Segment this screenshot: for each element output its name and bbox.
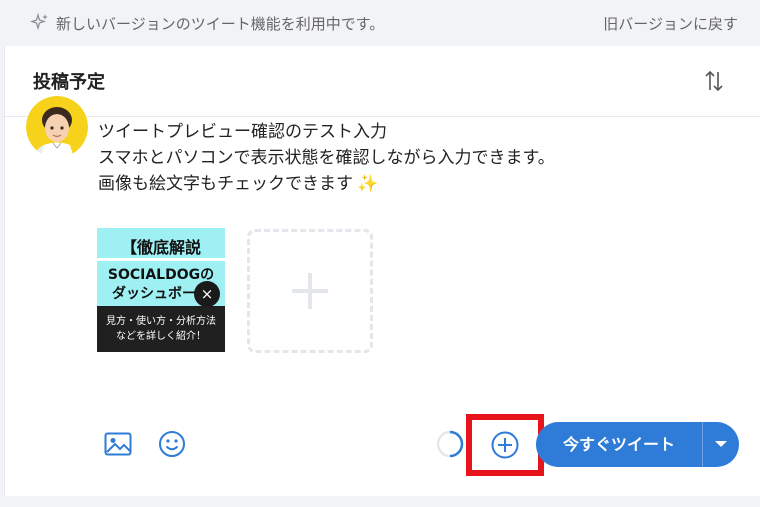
add-thread-icon[interactable] <box>490 430 520 460</box>
avatar <box>26 96 88 158</box>
sparkles-emoji: ✨ <box>357 174 379 194</box>
thumbnail-caption: などを詳しく紹介！ <box>116 331 206 342</box>
thumbnail-caption: 見方・使い方・分析方法 <box>106 316 216 327</box>
tweet-preview-text[interactable]: ツイートプレビュー確認のテスト入力 スマホとパソコンで表示状態を確認しながら入力… <box>98 119 555 197</box>
page-footer-bg <box>0 496 760 507</box>
sort-arrows-icon[interactable] <box>703 68 725 94</box>
plus-icon <box>292 273 328 309</box>
tweet-now-button[interactable]: 今すぐツイート <box>536 422 702 467</box>
sparkle-icon <box>30 12 48 31</box>
card-title: 投稿予定 <box>33 72 105 93</box>
tweet-line-text: 画像も絵文字もチェックできます <box>98 174 353 194</box>
banner-message: 新しいバージョンのツイート機能を利用中です。 <box>56 15 385 33</box>
caret-down-icon <box>715 441 727 447</box>
image-icon[interactable] <box>104 432 132 456</box>
thumbnail-title: 【徹底解説 <box>120 238 201 257</box>
emoji-icon[interactable] <box>158 430 186 458</box>
add-image-slot[interactable] <box>247 229 373 353</box>
tweet-line: スマホとパソコンで表示状態を確認しながら入力できます。 <box>98 148 555 168</box>
remove-image-button[interactable]: × <box>194 281 220 307</box>
thumbnail-divider <box>97 258 225 261</box>
card-header: 投稿予定 <box>5 46 760 117</box>
tweet-line: ツイートプレビュー確認のテスト入力 <box>98 122 387 142</box>
old-version-link[interactable]: 旧バージョンに戻す <box>603 13 738 34</box>
tweet-line: 画像も絵文字もチェックできます ✨ <box>98 171 555 197</box>
character-counter-icon <box>436 430 464 458</box>
version-banner: 新しいバージョンのツイート機能を利用中です。 旧バージョンに戻す <box>0 0 760 46</box>
